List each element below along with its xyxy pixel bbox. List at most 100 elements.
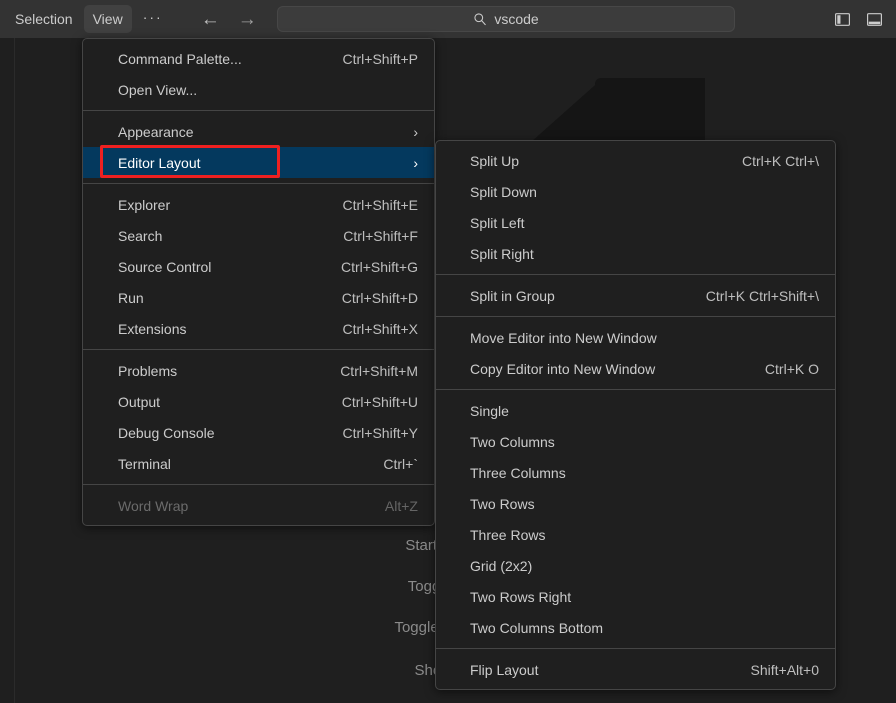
- menu-item-label: Three Columns: [448, 465, 823, 481]
- view-menu-item-debug-console[interactable]: Debug ConsoleCtrl+Shift+Y: [83, 417, 434, 448]
- menu-item-keybinding: Alt+Z: [361, 498, 422, 514]
- window-layout-controls: [828, 0, 888, 38]
- editor-layout-item-two-columns[interactable]: Two Columns: [436, 426, 835, 457]
- menu-item-label: Split Down: [448, 184, 823, 200]
- menu-item-keybinding: Ctrl+Shift+U: [318, 394, 422, 410]
- menu-item-label: Output: [95, 394, 318, 410]
- layout-panel-bottom-icon: [866, 11, 883, 28]
- menu-item-label: Problems: [95, 363, 316, 379]
- view-menu-item-command-palette[interactable]: Command Palette...Ctrl+Shift+P: [83, 43, 434, 74]
- editor-layout-item-three-rows[interactable]: Three Rows: [436, 519, 835, 550]
- editor-layout-item-split-down[interactable]: Split Down: [436, 176, 835, 207]
- chevron-right-icon: ›: [393, 124, 422, 140]
- editor-layout-item-two-rows-right[interactable]: Two Rows Right: [436, 581, 835, 612]
- menu-separator: [436, 389, 835, 390]
- menu-item-label: Two Rows: [448, 496, 823, 512]
- toggle-primary-sidebar-button[interactable]: [828, 5, 856, 33]
- menu-item-label: Split Left: [448, 215, 823, 231]
- arrow-left-icon[interactable]: ←: [192, 10, 229, 29]
- menu-item-label: Split Up: [448, 153, 718, 169]
- menu-item-label: Editor Layout: [95, 155, 393, 171]
- editor-layout-item-flip-layout[interactable]: Flip LayoutShift+Alt+0: [436, 654, 835, 685]
- menu-item-label: Extensions: [95, 321, 319, 337]
- editor-layout-item-copy-editor-into-new-window[interactable]: Copy Editor into New WindowCtrl+K O: [436, 353, 835, 384]
- menu-item-label: Two Rows Right: [448, 589, 823, 605]
- editor-layout-item-two-rows[interactable]: Two Rows: [436, 488, 835, 519]
- menu-item-label: Move Editor into New Window: [448, 330, 823, 346]
- view-menu-item-problems[interactable]: ProblemsCtrl+Shift+M: [83, 355, 434, 386]
- editor-layout-item-split-left[interactable]: Split Left: [436, 207, 835, 238]
- chevron-right-icon: ›: [393, 155, 422, 171]
- view-menu-item-open-view[interactable]: Open View...: [83, 74, 434, 105]
- menu-item-keybinding: Ctrl+Shift+Y: [319, 425, 422, 441]
- view-menu-item-run[interactable]: RunCtrl+Shift+D: [83, 282, 434, 313]
- menu-item-label: Flip Layout: [448, 662, 727, 678]
- menu-item-keybinding: Ctrl+Shift+E: [319, 197, 422, 213]
- editor-layout-item-split-in-group[interactable]: Split in GroupCtrl+K Ctrl+Shift+\: [436, 280, 835, 311]
- menu-item-label: Search: [95, 228, 319, 244]
- menu-item-label: Run: [95, 290, 318, 306]
- menu-item-keybinding: Ctrl+K Ctrl+\: [718, 153, 823, 169]
- command-center-search-input[interactable]: vscode: [277, 6, 735, 32]
- view-menu-item-word-wrap: Word WrapAlt+Z: [83, 490, 434, 521]
- menu-item-keybinding: Ctrl+Shift+X: [319, 321, 422, 337]
- view-menu-item-output[interactable]: OutputCtrl+Shift+U: [83, 386, 434, 417]
- menu-item-keybinding: Ctrl+K Ctrl+Shift+\: [682, 288, 823, 304]
- command-center-value: vscode: [494, 11, 538, 27]
- activity-bar[interactable]: [0, 38, 15, 703]
- toggle-panel-button[interactable]: [860, 5, 888, 33]
- menu-item-label: Two Columns: [448, 434, 823, 450]
- menu-item-label: Copy Editor into New Window: [448, 361, 741, 377]
- view-menu-item-extensions[interactable]: ExtensionsCtrl+Shift+X: [83, 313, 434, 344]
- view-menu-item-terminal[interactable]: TerminalCtrl+`: [83, 448, 434, 479]
- editor-layout-item-split-up[interactable]: Split UpCtrl+K Ctrl+\: [436, 145, 835, 176]
- menu-item-keybinding: Ctrl+Shift+M: [316, 363, 422, 379]
- menu-item-keybinding: Ctrl+Shift+G: [317, 259, 422, 275]
- menu-separator: [83, 110, 434, 111]
- menu-item-label: Explorer: [95, 197, 319, 213]
- editor-layout-item-move-editor-into-new-window[interactable]: Move Editor into New Window: [436, 322, 835, 353]
- menu-item-label: Single: [448, 403, 823, 419]
- editor-layout-item-two-columns-bottom[interactable]: Two Columns Bottom: [436, 612, 835, 643]
- view-menu-dropdown[interactable]: Command Palette...Ctrl+Shift+P Open View.…: [82, 38, 435, 526]
- view-menu-item-source-control[interactable]: Source ControlCtrl+Shift+G: [83, 251, 434, 282]
- editor-layout-item-split-right[interactable]: Split Right: [436, 238, 835, 269]
- view-menu-item-editor-layout[interactable]: Editor Layout›: [83, 147, 434, 178]
- view-menu-item-explorer[interactable]: ExplorerCtrl+Shift+E: [83, 189, 434, 220]
- menu-item-keybinding: Shift+Alt+0: [727, 662, 824, 678]
- menu-item-label: Word Wrap: [95, 498, 361, 514]
- menubar-item-more[interactable]: ···: [134, 3, 170, 35]
- editor-layout-submenu-dropdown[interactable]: Split UpCtrl+K Ctrl+\ Split Down Split Lef…: [435, 140, 836, 690]
- menu-item-label: Three Rows: [448, 527, 823, 543]
- menu-separator: [436, 274, 835, 275]
- menu-item-label: Open View...: [95, 82, 422, 98]
- menu-item-label: Source Control: [95, 259, 317, 275]
- view-menu-item-search[interactable]: SearchCtrl+Shift+F: [83, 220, 434, 251]
- menu-item-label: Debug Console: [95, 425, 319, 441]
- arrow-right-icon[interactable]: →: [229, 10, 266, 29]
- menu-item-label: Command Palette...: [95, 51, 319, 67]
- editor-layout-item-grid-2x2[interactable]: Grid (2x2): [436, 550, 835, 581]
- menubar-item-view[interactable]: View: [84, 5, 132, 33]
- menu-separator: [83, 349, 434, 350]
- editor-layout-item-three-columns[interactable]: Three Columns: [436, 457, 835, 488]
- menu-item-label: Split in Group: [448, 288, 682, 304]
- menu-item-keybinding: Ctrl+`: [359, 456, 422, 472]
- menu-item-label: Terminal: [95, 456, 359, 472]
- menu-separator: [83, 484, 434, 485]
- menu-item-keybinding: Ctrl+Shift+P: [319, 51, 422, 67]
- layout-sidebar-left-icon: [834, 11, 851, 28]
- menu-item-label: Split Right: [448, 246, 823, 262]
- view-menu-item-appearance[interactable]: Appearance›: [83, 116, 434, 147]
- search-icon: [473, 12, 487, 26]
- menu-item-keybinding: Ctrl+K O: [741, 361, 823, 377]
- menu-separator: [83, 183, 434, 184]
- menu-item-label: Grid (2x2): [448, 558, 823, 574]
- menu-item-keybinding: Ctrl+Shift+F: [319, 228, 422, 244]
- menu-item-label: Two Columns Bottom: [448, 620, 823, 636]
- menu-item-keybinding: Ctrl+Shift+D: [318, 290, 422, 306]
- menu-separator: [436, 316, 835, 317]
- title-bar: Selection View ··· ← → vscode: [0, 0, 896, 38]
- editor-layout-item-single[interactable]: Single: [436, 395, 835, 426]
- menubar-item-selection[interactable]: Selection: [6, 5, 82, 33]
